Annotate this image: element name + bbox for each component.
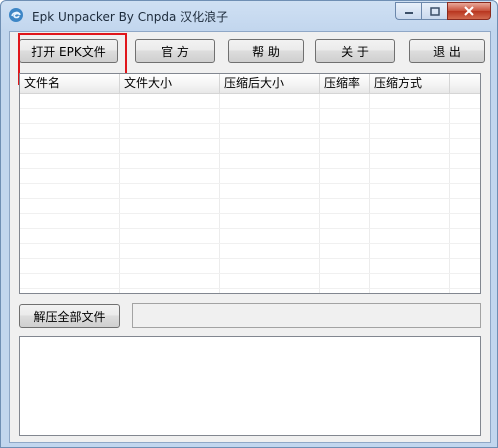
grid-line <box>20 243 480 244</box>
column-header-ratio[interactable]: 压缩率 <box>320 74 370 93</box>
close-icon <box>464 6 474 16</box>
maximize-icon <box>429 6 440 16</box>
title-bar[interactable]: Epk Unpacker By Cnpda 汉化浪子 <box>1 1 497 31</box>
grid-line <box>20 228 480 229</box>
file-list-body <box>20 94 480 293</box>
status-path-field <box>132 303 481 328</box>
grid-line <box>20 198 480 199</box>
grid-line <box>20 288 480 289</box>
app-window: Epk Unpacker By Cnpda 汉化浪子 打开 EPK文件 官 方 … <box>0 0 498 448</box>
window-title: Epk Unpacker By Cnpda 汉化浪子 <box>32 10 229 24</box>
minimize-icon <box>404 12 413 14</box>
file-list-header: 文件名 文件大小 压缩后大小 压缩率 压缩方式 <box>20 74 480 94</box>
grid-line <box>20 168 480 169</box>
grid-line <box>20 273 480 274</box>
grid-line <box>20 258 480 259</box>
close-button[interactable] <box>447 2 491 20</box>
column-header-name[interactable]: 文件名 <box>20 74 120 93</box>
file-list[interactable]: 文件名 文件大小 压缩后大小 压缩率 压缩方式 <box>19 73 481 294</box>
minimize-button[interactable] <box>395 2 421 20</box>
grid-line <box>20 153 480 154</box>
column-header-compressed-size[interactable]: 压缩后大小 <box>220 74 320 93</box>
column-header-method[interactable]: 压缩方式 <box>370 74 450 93</box>
grid-line <box>20 213 480 214</box>
grid-line <box>20 183 480 184</box>
official-site-button[interactable]: 官 方 <box>135 39 215 63</box>
log-output-area[interactable] <box>19 336 481 436</box>
extract-all-button[interactable]: 解压全部文件 <box>19 304 120 328</box>
help-button[interactable]: 帮 助 <box>228 39 304 63</box>
exit-button[interactable]: 退 出 <box>409 39 485 63</box>
app-swirl-icon <box>9 8 23 22</box>
open-epk-button[interactable]: 打开 EPK文件 <box>19 39 118 63</box>
about-button[interactable]: 关 于 <box>315 39 395 63</box>
grid-line <box>20 123 480 124</box>
caption-buttons <box>395 2 491 21</box>
column-header-filler <box>450 74 480 93</box>
main-panel: 打开 EPK文件 官 方 帮 助 关 于 退 出 文件名 文件大小 压缩后大小 … <box>9 31 491 443</box>
column-header-size[interactable]: 文件大小 <box>120 74 220 93</box>
maximize-button[interactable] <box>421 2 447 20</box>
grid-line <box>20 108 480 109</box>
grid-line <box>20 138 480 139</box>
